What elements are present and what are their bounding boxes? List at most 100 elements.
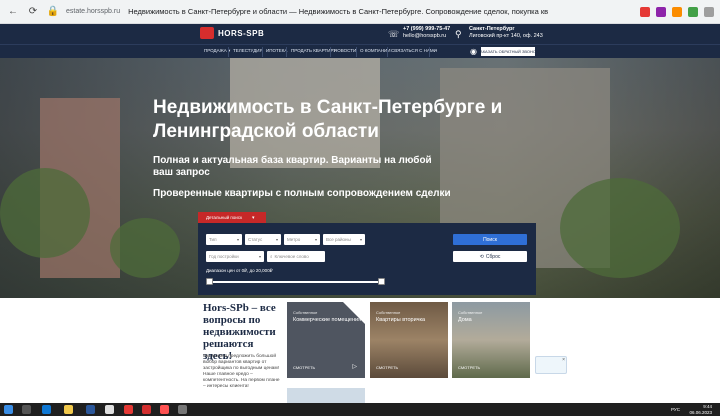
main-navigation: ПРОДАЖА ▾ ТЕЛЕСТУДИЯ ИПОТЕКА ПРОДАТЬ КВА…	[0, 44, 720, 58]
office-address: Лиговский пр-кт 140, оф. 243	[469, 33, 543, 39]
section-description: Мы можем предложить большой выбор вариан…	[203, 354, 280, 389]
detailed-search-tab[interactable]: Детальный поиск ▾	[198, 212, 266, 223]
app-icon[interactable]	[86, 405, 95, 414]
language-indicator[interactable]: РУС	[671, 407, 680, 412]
chevron-down-icon: ▾	[314, 237, 317, 242]
reset-icon: ⟲	[479, 253, 484, 260]
chevron-down-icon: ▾	[252, 214, 255, 221]
card-more-link[interactable]: СМОТРЕТЬ	[293, 365, 315, 370]
category-card-commercial[interactable]: Собственное Коммерческие помещения СМОТР…	[287, 302, 365, 378]
price-range-handle-max[interactable]	[377, 278, 385, 285]
nav-divider	[330, 47, 331, 57]
nav-item-news[interactable]: НОВОСТИ	[334, 48, 356, 53]
phone-number[interactable]: +7 (999) 999-75-47	[403, 26, 450, 33]
city-name: Санкт-Петербург	[469, 26, 515, 32]
reload-icon[interactable]: ⟳	[26, 5, 40, 19]
explorer-icon[interactable]	[64, 405, 73, 414]
year-built-select[interactable]: Год постройки ▾	[206, 251, 264, 262]
clock-date: 06.06.2023	[689, 409, 712, 415]
nav-divider	[262, 47, 263, 57]
chevron-down-icon: ▾	[275, 237, 278, 242]
site-header: HORS-SPB ☏ +7 (999) 999-75-47 hello@hors…	[0, 24, 720, 44]
back-icon[interactable]: ←	[6, 5, 20, 19]
section-title: Hors-SPb – все вопросы по недвижимости р…	[203, 302, 276, 362]
callback-button[interactable]: ЗАКАЗАТЬ ОБРАТНЫЙ ЗВОНОК	[478, 47, 538, 56]
system-clock[interactable]: 9:44 06.06.2023	[689, 404, 712, 415]
menu-icon[interactable]	[704, 7, 714, 17]
contact-phone-block[interactable]: +7 (999) 999-75-47 hello@horsspb.ru	[403, 26, 450, 40]
windows-start-icon[interactable]	[4, 405, 13, 414]
category-card-secondary[interactable]: Собственное Квартиры вторичка СМОТРЕТЬ	[370, 302, 448, 378]
reset-label: Сброс	[485, 253, 501, 260]
nav-item-tv[interactable]: ТЕЛЕСТУДИЯ	[233, 48, 263, 53]
card-more-link[interactable]: СМОТРЕТЬ	[458, 365, 480, 370]
logo-text: HORS-SPB	[218, 28, 265, 38]
nav-item-mortgage[interactable]: ИПОТЕКА	[266, 48, 287, 53]
status-select[interactable]: Статус ▾	[245, 234, 281, 245]
background-tree	[0, 168, 90, 258]
chevron-down-icon: ▾	[258, 254, 261, 259]
card-title: Квартиры вторичка	[376, 317, 426, 323]
card-category: Собственное	[293, 310, 318, 315]
play-arrow-icon: ▷	[352, 364, 357, 370]
category-card-houses[interactable]: Собственное Дома СМОТРЕТЬ	[452, 302, 530, 378]
yandex-browser-icon[interactable]	[160, 405, 169, 414]
type-select[interactable]: Тип ▾	[206, 234, 242, 245]
card-category: Собственное	[458, 310, 483, 315]
search-icon: ⌕	[270, 254, 273, 259]
card-title: Коммерческие помещения	[293, 317, 362, 323]
app-icon[interactable]	[178, 405, 187, 414]
background-tree	[110, 218, 180, 278]
opera-icon[interactable]	[142, 405, 151, 414]
extension-icon[interactable]	[672, 7, 682, 17]
chat-widget[interactable]: ×	[535, 356, 567, 374]
site-logo[interactable]: HORS-SPB	[200, 27, 264, 39]
close-icon[interactable]: ×	[562, 357, 565, 363]
lock-icon: 🔒	[46, 6, 60, 17]
extension-icon[interactable]	[640, 7, 650, 17]
nav-item-sale[interactable]: ПРОДАЖА ▾	[204, 48, 230, 54]
nav-divider	[356, 47, 357, 57]
eye-icon[interactable]: ◉	[470, 47, 477, 56]
reset-button[interactable]: ⟲ Сброс	[453, 251, 527, 262]
metro-select-value: Метро	[287, 237, 301, 242]
extension-icon[interactable]	[688, 7, 698, 17]
app-icon[interactable]	[105, 405, 114, 414]
hero-subtitle-support: Проверенные квартиры с полным сопровожде…	[153, 188, 451, 199]
nav-divider	[228, 47, 229, 57]
hero-subtitle-database: Полная и актуальная база квартир. Вариан…	[153, 155, 432, 178]
card-title: Дома	[458, 317, 472, 323]
address-bar[interactable]: estate.horsspb.ru	[66, 8, 120, 15]
nav-item-more[interactable]: ···	[433, 48, 438, 53]
nav-divider	[286, 47, 287, 57]
card-more-link[interactable]: СМОТРЕТЬ	[376, 365, 398, 370]
chevron-down-icon: ▾	[359, 237, 362, 242]
os-taskbar: РУС 9:44 06.06.2023	[0, 403, 720, 416]
price-range-track[interactable]	[209, 281, 381, 283]
search-icon[interactable]	[22, 405, 31, 414]
nav-item-about[interactable]: О КОМПАНИИ	[360, 48, 391, 53]
hero-title: Недвижимость в Санкт-Петербурге и Ленинг…	[153, 97, 503, 142]
chevron-down-icon: ▾	[236, 237, 239, 242]
email-address[interactable]: hello@horsspb.ru	[403, 33, 450, 40]
search-button[interactable]: Поиск	[453, 234, 527, 245]
nav-divider	[387, 47, 388, 57]
browser-toolbar: ← ⟳ 🔒 estate.horsspb.ru Недвижимость в С…	[0, 0, 720, 24]
district-select-value: Все районы	[326, 237, 351, 242]
type-select-value: Тип	[209, 237, 217, 242]
district-select[interactable]: Все районы ▾	[323, 234, 365, 245]
category-card-partial[interactable]	[287, 388, 365, 403]
card-category: Собственное	[376, 310, 401, 315]
background-tree	[560, 178, 680, 278]
yandex-icon[interactable]	[124, 405, 133, 414]
phone-icon: ☏	[388, 29, 400, 39]
metro-select[interactable]: Метро ▾	[284, 234, 320, 245]
contact-address-block: Санкт-Петербург Лиговский пр-кт 140, оф.…	[469, 26, 543, 40]
page-title-bar: Недвижимость в Санкт-Петербурге и област…	[128, 7, 549, 16]
extension-icon[interactable]	[656, 7, 666, 17]
edge-icon[interactable]	[42, 405, 51, 414]
keyword-input[interactable]: ⌕ Ключевое слово	[267, 251, 325, 262]
price-range-handle-min[interactable]	[205, 278, 213, 285]
year-built-value: Год постройки	[209, 254, 239, 259]
nav-divider	[429, 47, 430, 57]
